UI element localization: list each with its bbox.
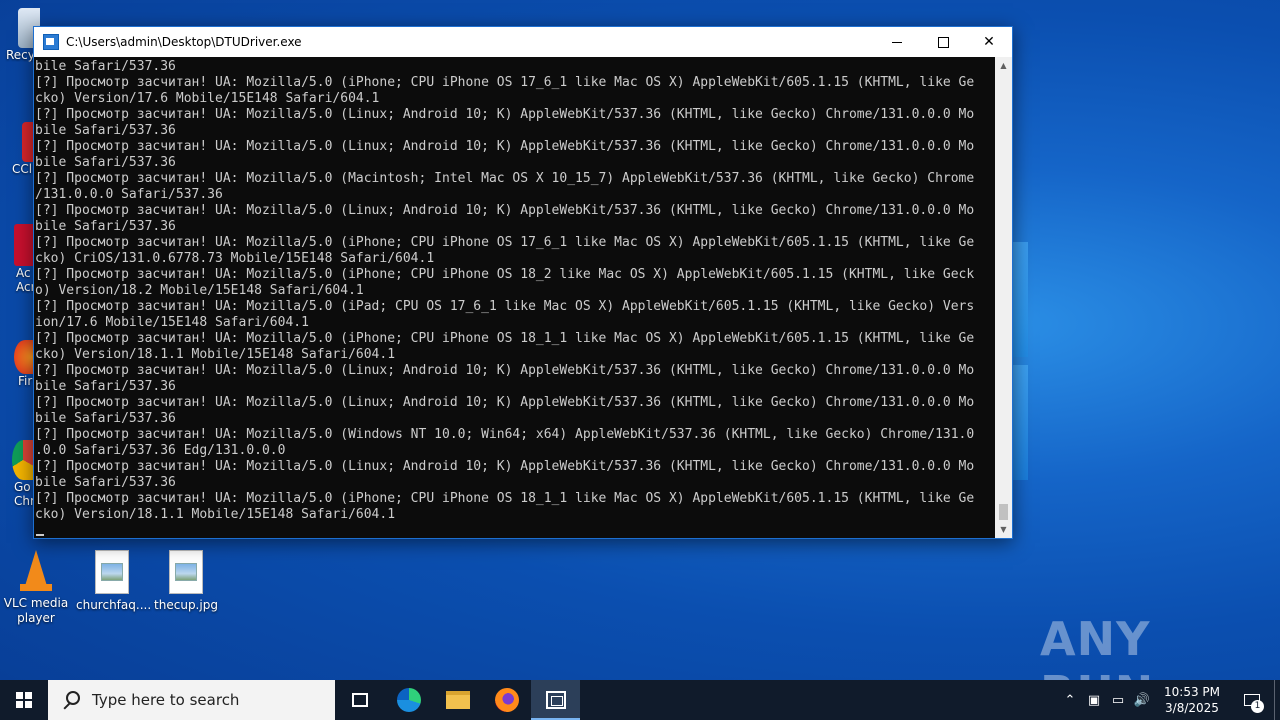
close-icon: ✕ [983, 34, 995, 50]
console-app-icon [545, 691, 566, 709]
console-line: [?] Просмотр засчитан! UA: Mozilla/5.0 (… [35, 491, 975, 506]
search-icon [62, 691, 80, 709]
close-button[interactable]: ✕ [966, 27, 1012, 57]
taskbar-search-box[interactable]: Type here to search [48, 680, 335, 720]
clock-time: 10:53 PM [1164, 685, 1220, 699]
chrome-icon [12, 440, 34, 480]
vlc-cone-icon [14, 548, 58, 592]
tray-chevron-icon[interactable]: ⌃ [1058, 680, 1082, 720]
desktop-icon-churchfaq[interactable]: churchfaq.... [76, 550, 152, 613]
console-cursor [36, 534, 44, 536]
start-button[interactable] [0, 680, 48, 720]
minimize-button[interactable] [874, 27, 920, 57]
scrollbar-thumb[interactable] [999, 504, 1008, 520]
console-line: [?] Просмотр засчитан! UA: Mozilla/5.0 (… [35, 235, 975, 250]
console-line: [?] Просмотр засчитан! UA: Mozilla/5.0 (… [35, 171, 975, 186]
windows-logo-icon [16, 692, 32, 708]
firefox-icon [494, 688, 519, 712]
desktop-icon-thecup[interactable]: thecup.jpg [150, 550, 222, 613]
console-line: [?] Просмотр засчитан! UA: Mozilla/5.0 (… [35, 139, 975, 154]
vertical-scrollbar[interactable]: ▲ ▼ [995, 57, 1012, 538]
console-line: .0.0 Safari/537.36 Edg/131.0.0.0 [35, 443, 286, 458]
clock-date: 3/8/2025 [1165, 701, 1219, 715]
taskbar-console-app[interactable] [531, 680, 580, 720]
console-line: bile Safari/537.36 [35, 123, 176, 138]
network-icon[interactable]: ▭ [1106, 680, 1130, 720]
minimize-icon [892, 41, 902, 43]
console-line: cko) Version/18.1.1 Mobile/15E148 Safari… [35, 507, 396, 522]
taskbar-firefox[interactable] [482, 680, 531, 720]
image-file-icon [169, 550, 203, 594]
image-file-icon [95, 550, 129, 594]
taskbar: Type here to search ⌃ ▣ ▭ 🔊 10:53 PM 3/8… [0, 680, 1280, 720]
console-line: bile Safari/537.36 [35, 155, 176, 170]
desktop-icon-vlc[interactable]: VLC media player [0, 548, 72, 626]
scroll-down-arrow-icon[interactable]: ▼ [995, 521, 1012, 538]
folder-icon [445, 691, 470, 709]
console-output[interactable]: bile Safari/537.36 [?] Просмотр засчитан… [34, 57, 995, 538]
console-app-icon [43, 34, 59, 50]
console-line: bile Safari/537.36 [35, 475, 176, 490]
volume-icon[interactable]: 🔊 [1130, 680, 1154, 720]
console-line: cko) CriOS/131.0.6778.73 Mobile/15E148 S… [35, 251, 435, 266]
show-desktop-button[interactable] [1274, 680, 1280, 720]
desktop-icon-label: VLC media player [3, 596, 69, 625]
tray-meet-icon[interactable]: ▣ [1082, 680, 1106, 720]
console-line: [?] Просмотр засчитан! UA: Mozilla/5.0 (… [35, 107, 975, 122]
console-line: ion/17.6 Mobile/15E148 Safari/604.1 [35, 315, 309, 330]
maximize-button[interactable] [920, 27, 966, 57]
console-line: [?] Просмотр засчитан! UA: Mozilla/5.0 (… [35, 331, 975, 346]
console-line: bile Safari/537.36 [35, 219, 176, 234]
taskbar-file-explorer[interactable] [433, 680, 482, 720]
maximize-icon [937, 36, 949, 48]
taskbar-clock[interactable]: 10:53 PM 3/8/2025 [1154, 684, 1230, 716]
console-line: [?] Просмотр засчитан! UA: Mozilla/5.0 (… [35, 459, 975, 474]
notification-center-button[interactable]: 1 [1230, 680, 1274, 720]
console-line: [?] Просмотр засчитан! UA: Mozilla/5.0 (… [35, 75, 975, 90]
console-line: [?] Просмотр засчитан! UA: Mozilla/5.0 (… [35, 395, 975, 410]
console-line: /131.0.0.0 Safari/537.36 [35, 187, 223, 202]
console-window[interactable]: C:\Users\admin\Desktop\DTUDriver.exe ✕ b… [33, 26, 1013, 539]
search-placeholder: Type here to search [92, 691, 240, 709]
window-titlebar[interactable]: C:\Users\admin\Desktop\DTUDriver.exe ✕ [34, 27, 1012, 57]
console-line: [?] Просмотр засчитан! UA: Mozilla/5.0 (… [35, 203, 975, 218]
console-line: [?] Просмотр засчитан! UA: Mozilla/5.0 (… [35, 427, 975, 442]
console-line: [?] Просмотр засчитан! UA: Mozilla/5.0 (… [35, 267, 975, 282]
edge-icon [396, 688, 421, 712]
desktop-icon-label: churchfaq.... [76, 598, 152, 612]
console-line: cko) Version/17.6 Mobile/15E148 Safari/6… [35, 91, 380, 106]
console-line: cko) Version/18.1.1 Mobile/15E148 Safari… [35, 347, 396, 362]
task-view-button[interactable] [335, 680, 384, 720]
desktop-icon-label: thecup.jpg [154, 598, 218, 612]
window-title: C:\Users\admin\Desktop\DTUDriver.exe [66, 35, 302, 49]
console-text: bile Safari/537.36 [?] Просмотр засчитан… [34, 57, 995, 523]
console-line: bile Safari/537.36 [35, 59, 176, 74]
console-line: [?] Просмотр засчитан! UA: Mozilla/5.0 (… [35, 299, 975, 314]
console-line: bile Safari/537.36 [35, 379, 176, 394]
notification-badge: 1 [1251, 700, 1264, 713]
console-line: bile Safari/537.36 [35, 411, 176, 426]
system-tray: ⌃ ▣ ▭ 🔊 10:53 PM 3/8/2025 1 [1058, 680, 1280, 720]
console-line: o) Version/18.2 Mobile/15E148 Safari/604… [35, 283, 364, 298]
taskbar-edge[interactable] [384, 680, 433, 720]
task-view-icon [351, 693, 368, 707]
scroll-up-arrow-icon[interactable]: ▲ [995, 57, 1012, 74]
console-line: [?] Просмотр засчитан! UA: Mozilla/5.0 (… [35, 363, 975, 378]
